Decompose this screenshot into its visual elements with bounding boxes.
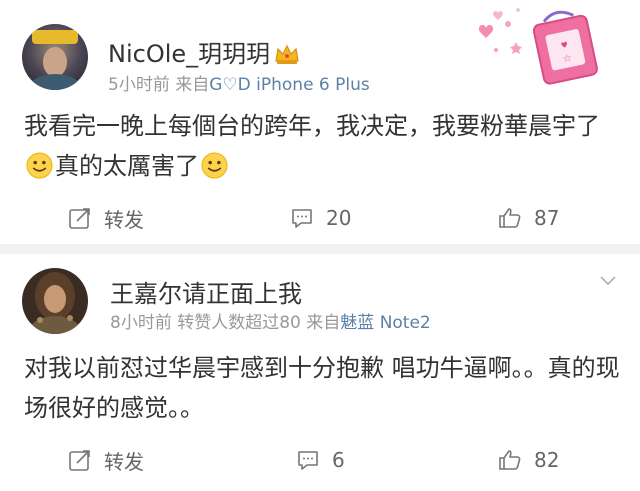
- post-meta: 8小时前 转赞人数超过80 来自魅蓝 Note2: [110, 308, 431, 333]
- post-actions: 转发 20 87: [0, 198, 640, 238]
- like-icon: [499, 208, 521, 228]
- card-sticker-icon: ♥ ☆: [478, 8, 598, 85]
- smile-emoji-icon: [26, 152, 53, 179]
- like-count[interactable]: 82: [534, 448, 559, 472]
- repost-label[interactable]: 转发: [104, 204, 144, 233]
- source-prefix: 来自: [306, 313, 341, 333]
- comment-button[interactable]: 6: [296, 440, 345, 480]
- post-source[interactable]: G♡D iPhone 6 Plus: [209, 75, 370, 95]
- repost-button[interactable]: 转发: [68, 440, 144, 480]
- repost-icon: [69, 208, 90, 229]
- smile-emoji-icon: [201, 152, 228, 179]
- username-text[interactable]: 王嘉尔请正面上我: [110, 280, 302, 308]
- comment-count[interactable]: 6: [332, 448, 345, 472]
- repost-like-notice: 转赞人数超过80: [177, 313, 301, 333]
- post-content: 我看完一晚上每個台的跨年，我决定，我要粉華晨宇了真的太厲害了: [24, 106, 620, 186]
- post-actions: 转发 6 82: [0, 440, 640, 480]
- like-button[interactable]: 82: [498, 440, 559, 480]
- post-card-1: NicOle_玥玥玥 5小时前 来自G♡D iPhone 6 Plus ♥ ☆ …: [0, 0, 640, 244]
- username[interactable]: NicOle_玥玥玥: [108, 34, 300, 69]
- repost-button[interactable]: 转发: [68, 198, 144, 238]
- like-button[interactable]: 87: [498, 198, 559, 238]
- like-icon: [499, 450, 521, 470]
- post-time: 8小时前: [110, 313, 172, 333]
- post-card-2: 王嘉尔请正面上我 8小时前 转赞人数超过80 来自魅蓝 Note2 对我以前怼过…: [0, 254, 640, 491]
- username[interactable]: 王嘉尔请正面上我: [110, 274, 302, 309]
- post-text: 对我以前怼过华晨宇感到十分抱歉 唱功牛逼啊。。真的现场很好的感觉。。: [24, 354, 620, 422]
- post-time: 5小时前: [108, 75, 170, 95]
- source-prefix: 来自: [175, 75, 210, 95]
- post-content: 对我以前怼过华晨宇感到十分抱歉 唱功牛逼啊。。真的现场很好的感觉。。: [24, 348, 620, 428]
- repost-label[interactable]: 转发: [104, 446, 144, 475]
- avatar[interactable]: [22, 24, 88, 90]
- like-count[interactable]: 87: [534, 206, 559, 230]
- post-text: 我看完一晚上每個台的跨年，我决定，我要粉華晨宇了: [24, 112, 600, 140]
- post-source[interactable]: 魅蓝: [340, 313, 374, 333]
- comment-icon: [298, 451, 318, 470]
- crown-icon: [275, 44, 299, 64]
- post-source-model[interactable]: Note2: [380, 313, 431, 333]
- comment-icon: [292, 209, 312, 228]
- comment-count[interactable]: 20: [326, 206, 351, 230]
- post-text-continued: 真的太厲害了: [55, 152, 199, 180]
- post-meta: 5小时前 来自G♡D iPhone 6 Plus: [108, 70, 370, 95]
- comment-button[interactable]: 20: [290, 198, 351, 238]
- avatar[interactable]: [22, 268, 88, 334]
- chevron-down-icon[interactable]: [600, 276, 616, 286]
- username-text[interactable]: NicOle_玥玥玥: [108, 40, 270, 68]
- repost-icon: [69, 450, 90, 471]
